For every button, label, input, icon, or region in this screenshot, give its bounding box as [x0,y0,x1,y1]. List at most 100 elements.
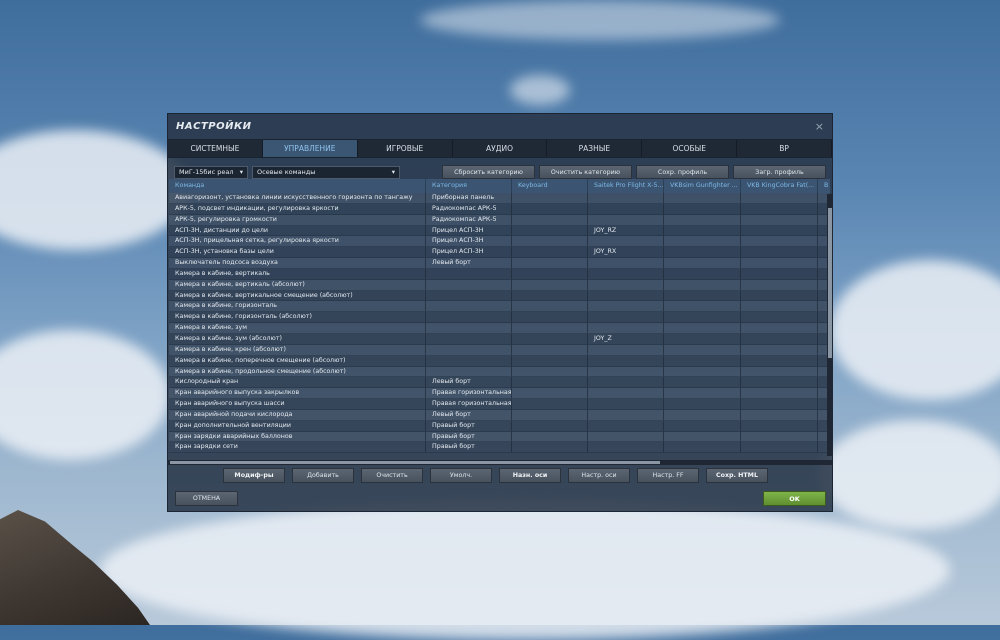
table-row[interactable]: Камера в кабине, зум (абсолют) JOY_Z [169,333,831,345]
cell-saitek[interactable] [588,214,664,226]
cell-category[interactable] [426,333,512,345]
cell-vkb-kingcobra[interactable] [741,268,818,280]
cell-keyboard[interactable] [512,225,588,237]
cell-category[interactable]: Приборная панель [426,193,512,204]
column-header-saitek[interactable]: Saitek Pro Flight X-5... [588,179,664,193]
cell-category[interactable] [426,344,512,356]
cell-category[interactable] [426,268,512,280]
cell-category[interactable] [426,323,512,334]
cell-command[interactable]: Кран аварийного выпуска шасси [169,399,426,410]
cell-keyboard[interactable] [512,333,588,345]
default-button[interactable]: Умолч. [430,468,492,483]
table-row[interactable]: Камера в кабине, вертикаль [169,268,831,280]
cell-keyboard[interactable] [512,366,588,378]
cell-vkb-kingcobra[interactable] [741,203,818,215]
cell-vkb-gunfighter[interactable] [664,431,741,443]
cell-saitek[interactable] [588,268,664,280]
category-select[interactable]: Осевые команды ▾ [252,165,400,179]
cell-keyboard[interactable] [512,258,588,269]
cell-category[interactable] [426,355,512,367]
cell-keyboard[interactable] [512,290,588,302]
cell-vkb-gunfighter[interactable] [664,388,741,400]
cell-command[interactable]: Камера в кабине, продольное смещение (аб… [169,366,426,378]
table-row[interactable]: Кран зарядки сети Правый борт [169,442,831,454]
table-row[interactable]: Камера в кабине, вертикаль (абсолют) [169,279,831,291]
column-header-keyboard[interactable]: Keyboard [512,179,588,193]
cell-saitek[interactable] [588,312,664,324]
cell-saitek[interactable] [588,366,664,378]
table-row[interactable]: Выключатель подсоса воздуха Левый борт [169,258,831,269]
cell-category[interactable]: Прицел АСП-3Н [426,247,512,259]
cell-category[interactable]: Левый борт [426,409,512,421]
ok-button[interactable]: OK [763,491,826,506]
cell-vkb-kingcobra[interactable] [741,377,818,389]
cell-command[interactable]: Авиагоризонт, установка линии искусствен… [169,193,426,204]
cell-category[interactable] [426,366,512,378]
table-row[interactable]: Камера в кабине, горизонталь [169,301,831,313]
cell-keyboard[interactable] [512,214,588,226]
cell-command[interactable]: АСП-3Н, прицельная сетка, регулировка яр… [169,236,426,248]
cell-category[interactable]: Правая горизонтальная [426,388,512,400]
column-header-vkb-kingcobra[interactable]: VKB KingCobra Fat(... [741,179,818,193]
table-row[interactable]: Кран дополнительной вентиляции Правый бор… [169,420,831,432]
cell-vkb-kingcobra[interactable] [741,236,818,248]
tab-game[interactable]: ИГРОВЫЕ [358,140,453,157]
cell-saitek[interactable] [588,431,664,443]
save-profile-button[interactable]: Сохр. профиль [636,165,729,179]
cell-category[interactable]: Правый борт [426,420,512,432]
cell-vkb-kingcobra[interactable] [741,312,818,324]
cell-keyboard[interactable] [512,431,588,443]
cell-command[interactable]: Выключатель подсоса воздуха [169,258,426,269]
modifiers-button[interactable]: Модиф-ры [223,468,285,483]
cell-command[interactable]: Камера в кабине, зум (абсолют) [169,333,426,345]
cell-vkb-gunfighter[interactable] [664,399,741,410]
cell-keyboard[interactable] [512,409,588,421]
cell-keyboard[interactable] [512,377,588,389]
cell-vkb-kingcobra[interactable] [741,247,818,259]
cell-command[interactable]: Камера в кабине, зум [169,323,426,334]
cell-keyboard[interactable] [512,399,588,410]
cell-keyboard[interactable] [512,236,588,248]
cell-saitek[interactable] [588,409,664,421]
cell-vkb-gunfighter[interactable] [664,377,741,389]
cell-saitek[interactable] [588,388,664,400]
cell-command[interactable]: Камера в кабине, крен (абсолют) [169,344,426,356]
column-header-command[interactable]: Команда [169,179,426,193]
cell-vkb-gunfighter[interactable] [664,333,741,345]
cell-category[interactable]: Левый борт [426,377,512,389]
cell-vkb-gunfighter[interactable] [664,279,741,291]
cell-saitek[interactable]: JOY_RX [588,247,664,259]
cell-vkb-gunfighter[interactable] [664,268,741,280]
tab-audio[interactable]: АУДИО [453,140,548,157]
cell-vkb-gunfighter[interactable] [664,344,741,356]
cell-keyboard[interactable] [512,355,588,367]
add-button[interactable]: Добавить [292,468,354,483]
cell-command[interactable]: Кран дополнительной вентиляции [169,420,426,432]
cell-saitek[interactable] [588,323,664,334]
table-row[interactable]: АСП-3Н, дистанции до цели Прицел АСП-3Н JO… [169,225,831,237]
cell-command[interactable]: Камера в кабине, горизонталь [169,301,426,313]
table-row[interactable]: Камера в кабине, вертикальное смещение (… [169,290,831,302]
cell-vkb-kingcobra[interactable] [741,225,818,237]
cell-vkb-kingcobra[interactable] [741,290,818,302]
cell-command[interactable]: Камера в кабине, вертикальное смещение (… [169,290,426,302]
cell-vkb-kingcobra[interactable] [741,258,818,269]
cell-keyboard[interactable] [512,193,588,204]
aircraft-select[interactable]: МиГ-15бис реал ▾ [174,165,248,179]
column-header-vkb-gunfighter[interactable]: VKBsim Gunfighter ... [664,179,741,193]
cell-category[interactable] [426,312,512,324]
cell-command[interactable]: АСП-3Н, дистанции до цели [169,225,426,237]
cell-vkb-gunfighter[interactable] [664,290,741,302]
cell-vkb-gunfighter[interactable] [664,247,741,259]
cell-vkb-kingcobra[interactable] [741,355,818,367]
cell-command[interactable]: Кран аварийного выпуска закрылков [169,388,426,400]
cell-keyboard[interactable] [512,388,588,400]
cell-command[interactable]: Камера в кабине, поперечное смещение (аб… [169,355,426,367]
cell-vkb-kingcobra[interactable] [741,388,818,400]
cell-keyboard[interactable] [512,268,588,280]
table-row[interactable]: Камера в кабине, крен (абсолют) [169,344,831,356]
cell-vkb-kingcobra[interactable] [741,344,818,356]
vertical-scrollbar[interactable] [827,194,833,456]
table-row[interactable]: Камера в кабине, поперечное смещение (аб… [169,355,831,367]
table-row[interactable]: Камера в кабине, зум [169,323,831,334]
